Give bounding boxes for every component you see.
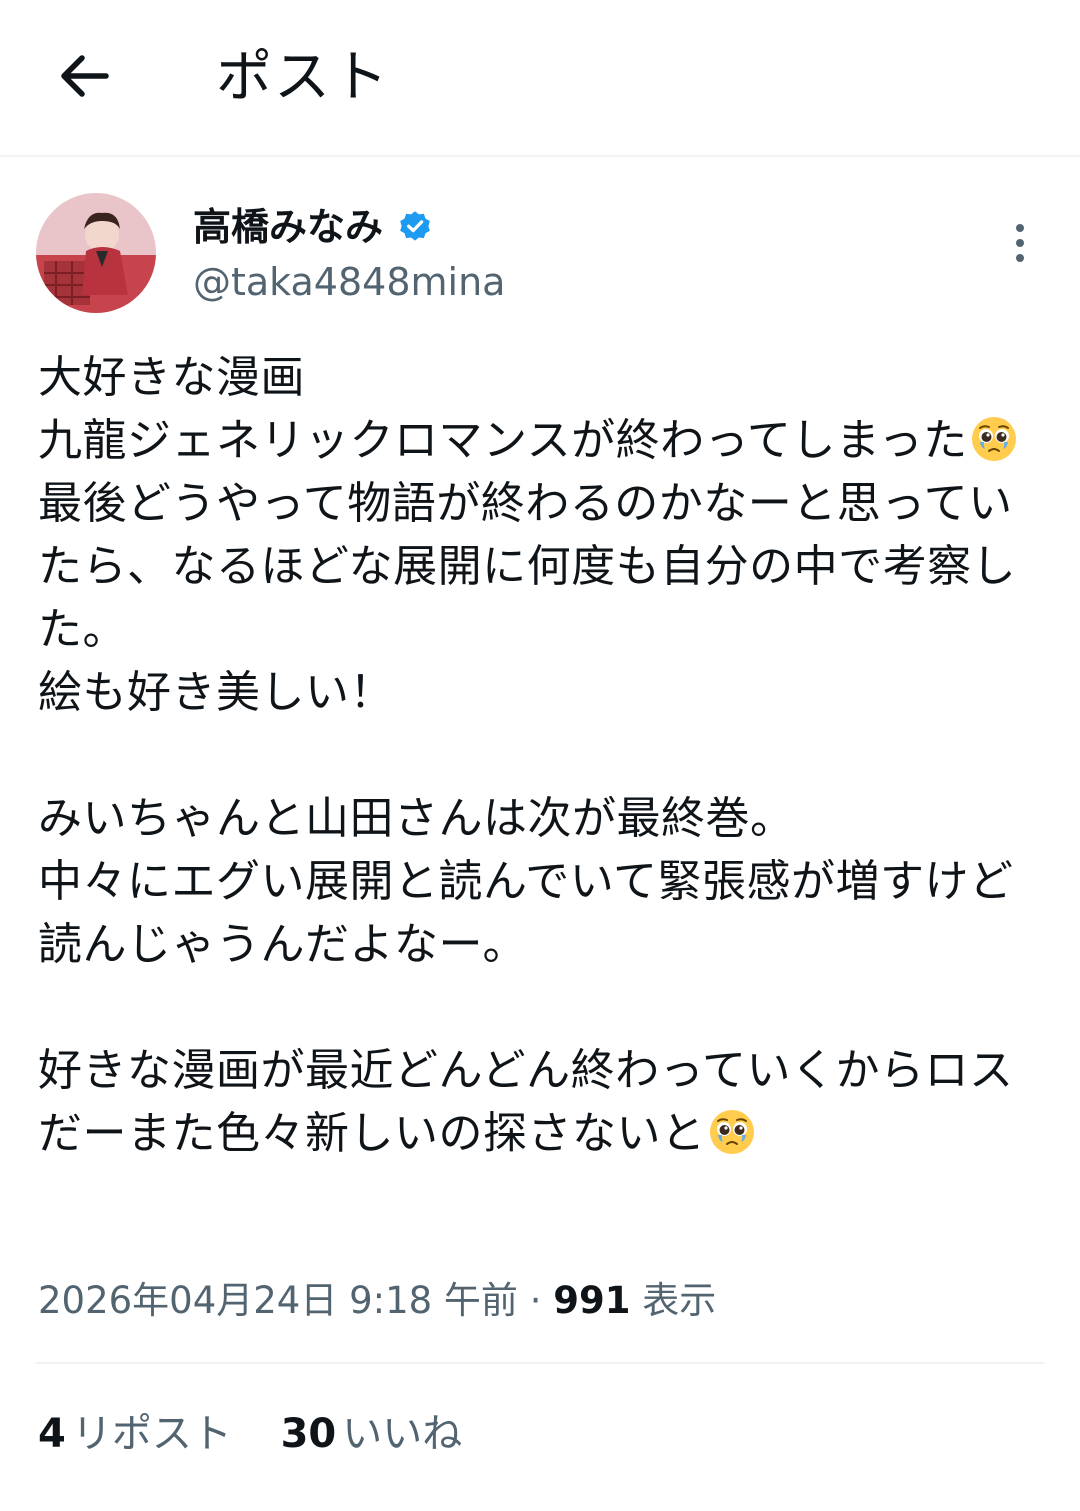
post-text-segment: 九龍ジェネリックロマンスが終わってしまった [38,415,968,466]
post-line: みいちゃんと山田さんは次が最終巻。 [38,793,795,844]
reposts-count: 4 [38,1411,66,1457]
author-handle[interactable]: @taka4848mina [193,255,505,309]
author-name-row[interactable]: 高橋みなみ [193,200,433,254]
post-line: 絵も好き美しい！ [38,667,394,718]
author-display-name: 高橋みなみ [193,205,384,249]
post-line: 好きな漫画が最近どんどん終わっていくからロスだーまた色々新しいの探さないと [38,1039,1048,1165]
reposts-label: リポスト [71,1411,232,1457]
pleading-face-emoji-icon [709,1110,754,1154]
reposts-stat[interactable]: 4 リポスト [38,1404,232,1464]
post-body: 大好きな漫画 九龍ジェネリックロマンスが終わってしまった 最後どうやって物語が終… [38,346,1048,1165]
divider [36,1362,1044,1364]
verified-badge-icon [397,209,433,245]
more-options-button[interactable] [1000,218,1040,268]
post-line: 九龍ジェネリックロマンスが終わってしまった 最後どうやって物語が終わるのかなーと… [38,409,1048,661]
avatar[interactable] [36,193,156,313]
post-text-segment: 最後どうやって物語が終わるのかなーと思っていたら、なるほどな展開に何度も自分の中… [38,478,1017,655]
post-line: 大好きな漫画 [38,352,305,403]
pleading-face-emoji-icon [971,417,1016,461]
post-timestamp[interactable]: 2026年04月24日 9:18 午前 [38,1279,518,1322]
more-vertical-icon [1016,224,1024,262]
top-bar: ポスト [0,0,1080,157]
arrow-left-icon [61,55,109,97]
post-text-segment: 好きな漫画が最近どんどん終わっていくからロスだーまた色々新しいの探さないと [38,1045,1014,1159]
page-title: ポスト [216,45,390,110]
post-meta: 2026年04月24日 9:18 午前 · 991 表示 [38,1270,716,1332]
meta-separator: · [517,1279,554,1322]
likes-count: 30 [280,1411,337,1457]
views-count: 991 [553,1279,631,1322]
likes-label: いいね [342,1411,463,1457]
post-line: 中々にエグい展開と読んでいて緊張感が増すけど読んじゃうんだよなー。 [38,856,1014,970]
engagement-stats: 4 リポスト 30 いいね [38,1404,498,1464]
views-label: 表示 [642,1279,717,1322]
likes-stat[interactable]: 30 いいね [281,1404,463,1464]
back-button[interactable] [52,44,116,108]
